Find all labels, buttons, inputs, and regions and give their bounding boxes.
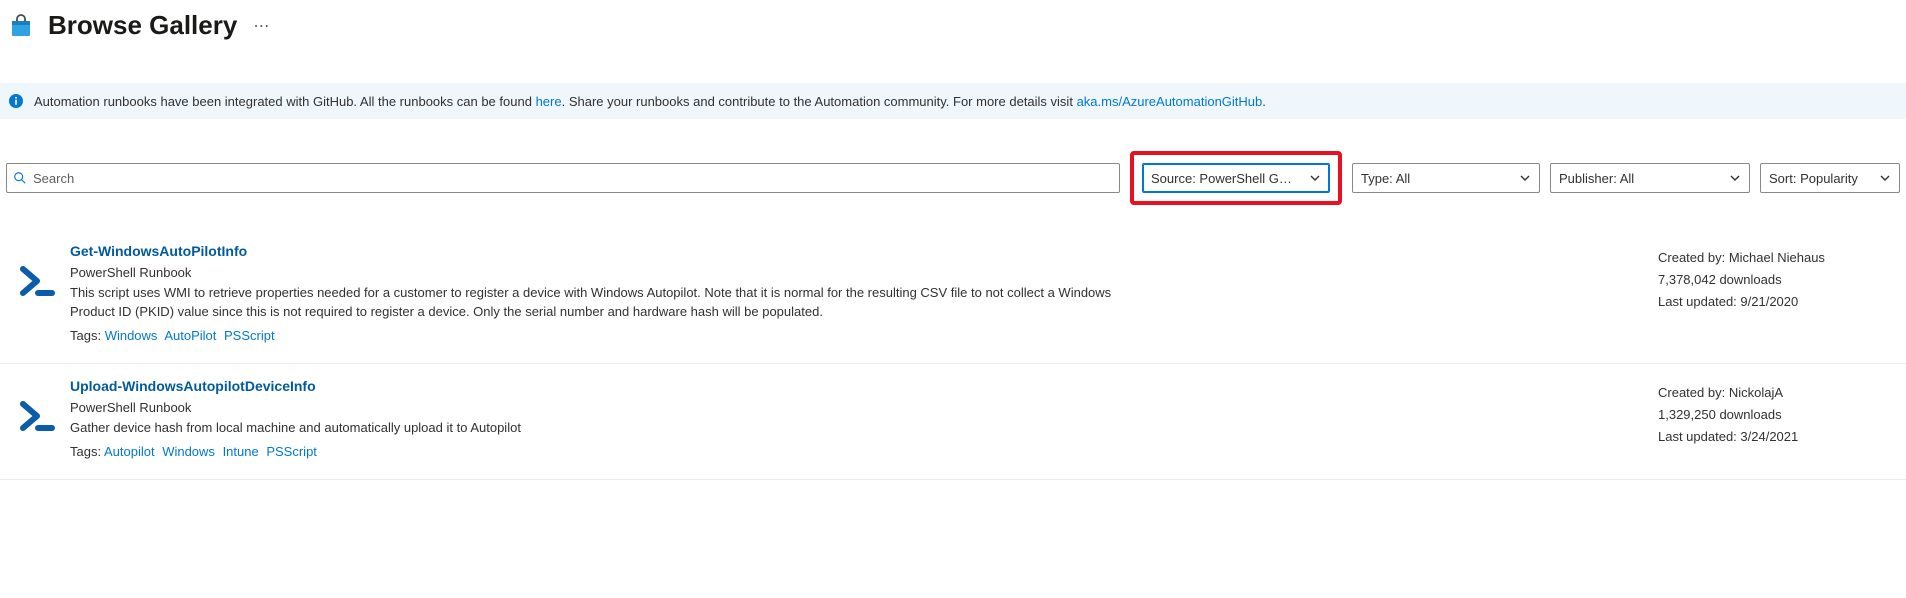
powershell-icon: [8, 243, 70, 297]
source-highlight: Source: PowerShell G…: [1130, 151, 1342, 205]
results-list: Get-WindowsAutoPilotInfo PowerShell Runb…: [0, 229, 1906, 480]
chevron-down-icon: [1879, 172, 1891, 184]
chevron-down-icon: [1729, 172, 1741, 184]
result-tags: Tags: Windows AutoPilot PSScript: [70, 328, 1628, 343]
created-by: Created by: NickolajA: [1658, 382, 1898, 404]
tag-link[interactable]: Windows: [105, 328, 158, 343]
result-body: Upload-WindowsAutopilotDeviceInfo PowerS…: [70, 378, 1658, 459]
result-tags: Tags: Autopilot Windows Intune PSScript: [70, 444, 1628, 459]
page-header: Browse Gallery ⋯: [0, 0, 1906, 47]
info-banner: Automation runbooks have been integrated…: [0, 83, 1906, 119]
result-item: Upload-WindowsAutopilotDeviceInfo PowerS…: [0, 364, 1906, 480]
tag-link[interactable]: Windows: [162, 444, 215, 459]
source-dropdown-label: Source: PowerShell G…: [1151, 171, 1292, 186]
tag-link[interactable]: Intune: [223, 444, 259, 459]
result-type: PowerShell Runbook: [70, 265, 1628, 280]
powershell-icon: [8, 378, 70, 432]
chevron-down-icon: [1519, 172, 1531, 184]
last-updated: Last updated: 9/21/2020: [1658, 291, 1898, 313]
more-button[interactable]: ⋯: [253, 16, 271, 36]
search-icon: [13, 171, 27, 185]
created-by: Created by: Michael Niehaus: [1658, 247, 1898, 269]
sort-dropdown[interactable]: Sort: Popularity: [1760, 163, 1900, 193]
result-body: Get-WindowsAutoPilotInfo PowerShell Runb…: [70, 243, 1658, 343]
tag-link[interactable]: Autopilot: [104, 444, 155, 459]
last-updated: Last updated: 3/24/2021: [1658, 426, 1898, 448]
result-meta: Created by: Michael Niehaus 7,378,042 do…: [1658, 243, 1898, 313]
downloads: 7,378,042 downloads: [1658, 269, 1898, 291]
chevron-down-icon: [1309, 172, 1321, 184]
gallery-bag-icon: [8, 13, 34, 39]
downloads: 1,329,250 downloads: [1658, 404, 1898, 426]
result-type: PowerShell Runbook: [70, 400, 1628, 415]
publisher-dropdown-label: Publisher: All: [1559, 171, 1634, 186]
publisher-dropdown[interactable]: Publisher: All: [1550, 163, 1750, 193]
result-title-link[interactable]: Get-WindowsAutoPilotInfo: [70, 243, 247, 259]
result-description: This script uses WMI to retrieve propert…: [70, 284, 1130, 322]
info-link-aka[interactable]: aka.ms/AzureAutomationGitHub: [1077, 94, 1263, 109]
source-dropdown[interactable]: Source: PowerShell G…: [1142, 163, 1330, 193]
result-item: Get-WindowsAutoPilotInfo PowerShell Runb…: [0, 229, 1906, 364]
info-text: Automation runbooks have been integrated…: [34, 94, 1266, 109]
result-description: Gather device hash from local machine an…: [70, 419, 1130, 438]
tag-link[interactable]: PSScript: [224, 328, 275, 343]
page-title: Browse Gallery: [48, 10, 237, 41]
search-input[interactable]: [33, 171, 1113, 186]
type-dropdown[interactable]: Type: All: [1352, 163, 1540, 193]
tag-link[interactable]: AutoPilot: [164, 328, 216, 343]
result-meta: Created by: NickolajA 1,329,250 download…: [1658, 378, 1898, 448]
type-dropdown-label: Type: All: [1361, 171, 1410, 186]
tag-link[interactable]: PSScript: [266, 444, 317, 459]
info-link-here[interactable]: here: [536, 94, 562, 109]
filter-row: Source: PowerShell G… Type: All Publishe…: [0, 151, 1906, 205]
info-icon: [8, 93, 24, 109]
sort-dropdown-label: Sort: Popularity: [1769, 171, 1858, 186]
search-input-wrapper[interactable]: [6, 163, 1120, 193]
result-title-link[interactable]: Upload-WindowsAutopilotDeviceInfo: [70, 378, 316, 394]
